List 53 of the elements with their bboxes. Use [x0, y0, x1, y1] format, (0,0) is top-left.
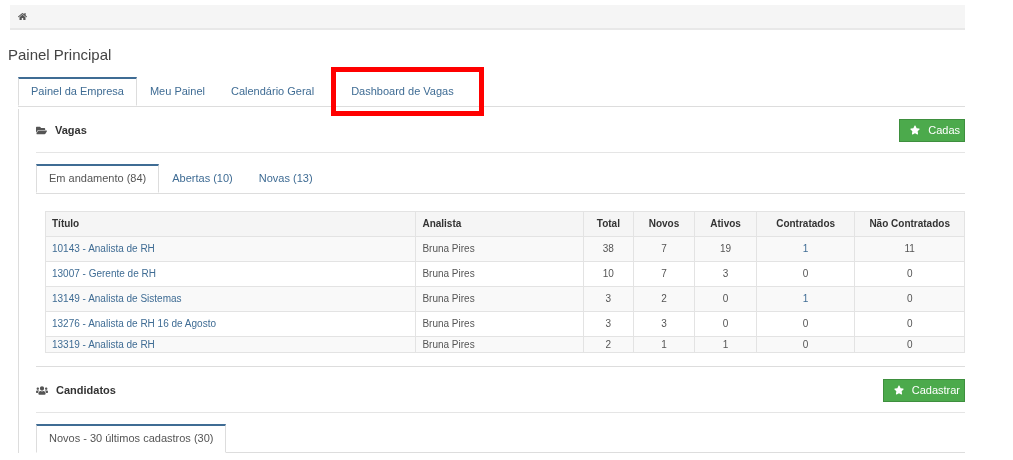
table-cell: 0 [756, 311, 855, 336]
column-header: Ativos [694, 211, 757, 236]
table-cell: 3 [694, 261, 757, 286]
table-cell: Bruna Pires [415, 286, 584, 311]
table-cell[interactable]: 13319 - Analista de RH [45, 336, 416, 352]
table-cell[interactable]: 13276 - Analista de RH 16 de Agosto [45, 311, 416, 336]
tab[interactable]: Em andamento (84) [36, 163, 160, 193]
column-header: Contratados [756, 211, 855, 236]
home-icon[interactable] [18, 12, 27, 21]
column-header: Não Contratados [854, 211, 965, 236]
page-title: Painel Principal [8, 45, 113, 65]
table-cell[interactable]: 13007 - Gerente de RH [45, 261, 416, 286]
table-cell: 3 [633, 311, 695, 336]
table-cell: Bruna Pires [415, 261, 584, 286]
folder-icon [36, 124, 47, 136]
table-cell: 0 [694, 311, 757, 336]
column-header: Analista [415, 211, 584, 236]
table-cell: 7 [633, 261, 695, 286]
table-cell: 7 [633, 236, 695, 261]
column-header: Título [45, 211, 416, 236]
column-header: Novos [633, 211, 695, 236]
table-cell: Bruna Pires [415, 336, 584, 352]
table-cell: 0 [854, 311, 965, 336]
table-cell[interactable]: 10143 - Analista de RH [45, 236, 416, 261]
table-cell: 0 [756, 261, 855, 286]
column-header: Total [583, 211, 634, 236]
table-cell: 0 [694, 286, 757, 311]
tab[interactable]: Painel da Empresa [18, 76, 137, 106]
table-cell: 0 [756, 336, 855, 352]
table-cell[interactable]: 1 [756, 236, 855, 261]
star-icon [910, 125, 921, 135]
users-icon [36, 384, 48, 396]
table-cell: 3 [583, 286, 634, 311]
section-title: Candidatos [56, 382, 116, 398]
table-cell: 3 [583, 311, 634, 336]
table-cell: 0 [854, 286, 965, 311]
section-title: Vagas [55, 122, 87, 138]
table-cell: 1 [633, 336, 695, 352]
table-cell: 11 [854, 236, 965, 261]
table-cell: 1 [694, 336, 757, 352]
table-cell: Bruna Pires [415, 311, 584, 336]
table-cell: 38 [583, 236, 634, 261]
star-icon [893, 385, 904, 395]
table-cell[interactable]: 13149 - Analista de Sistemas [45, 286, 416, 311]
table-cell: 0 [854, 261, 965, 286]
table-cell: 0 [854, 336, 965, 352]
table-cell: 19 [694, 236, 757, 261]
tab[interactable]: Novos - 30 últimos cadastros (30) [36, 423, 227, 453]
table-cell[interactable]: 1 [756, 286, 855, 311]
table-cell: 2 [583, 336, 634, 352]
table-cell: 10 [583, 261, 634, 286]
table-cell: Bruna Pires [415, 236, 584, 261]
table-cell: 2 [633, 286, 695, 311]
